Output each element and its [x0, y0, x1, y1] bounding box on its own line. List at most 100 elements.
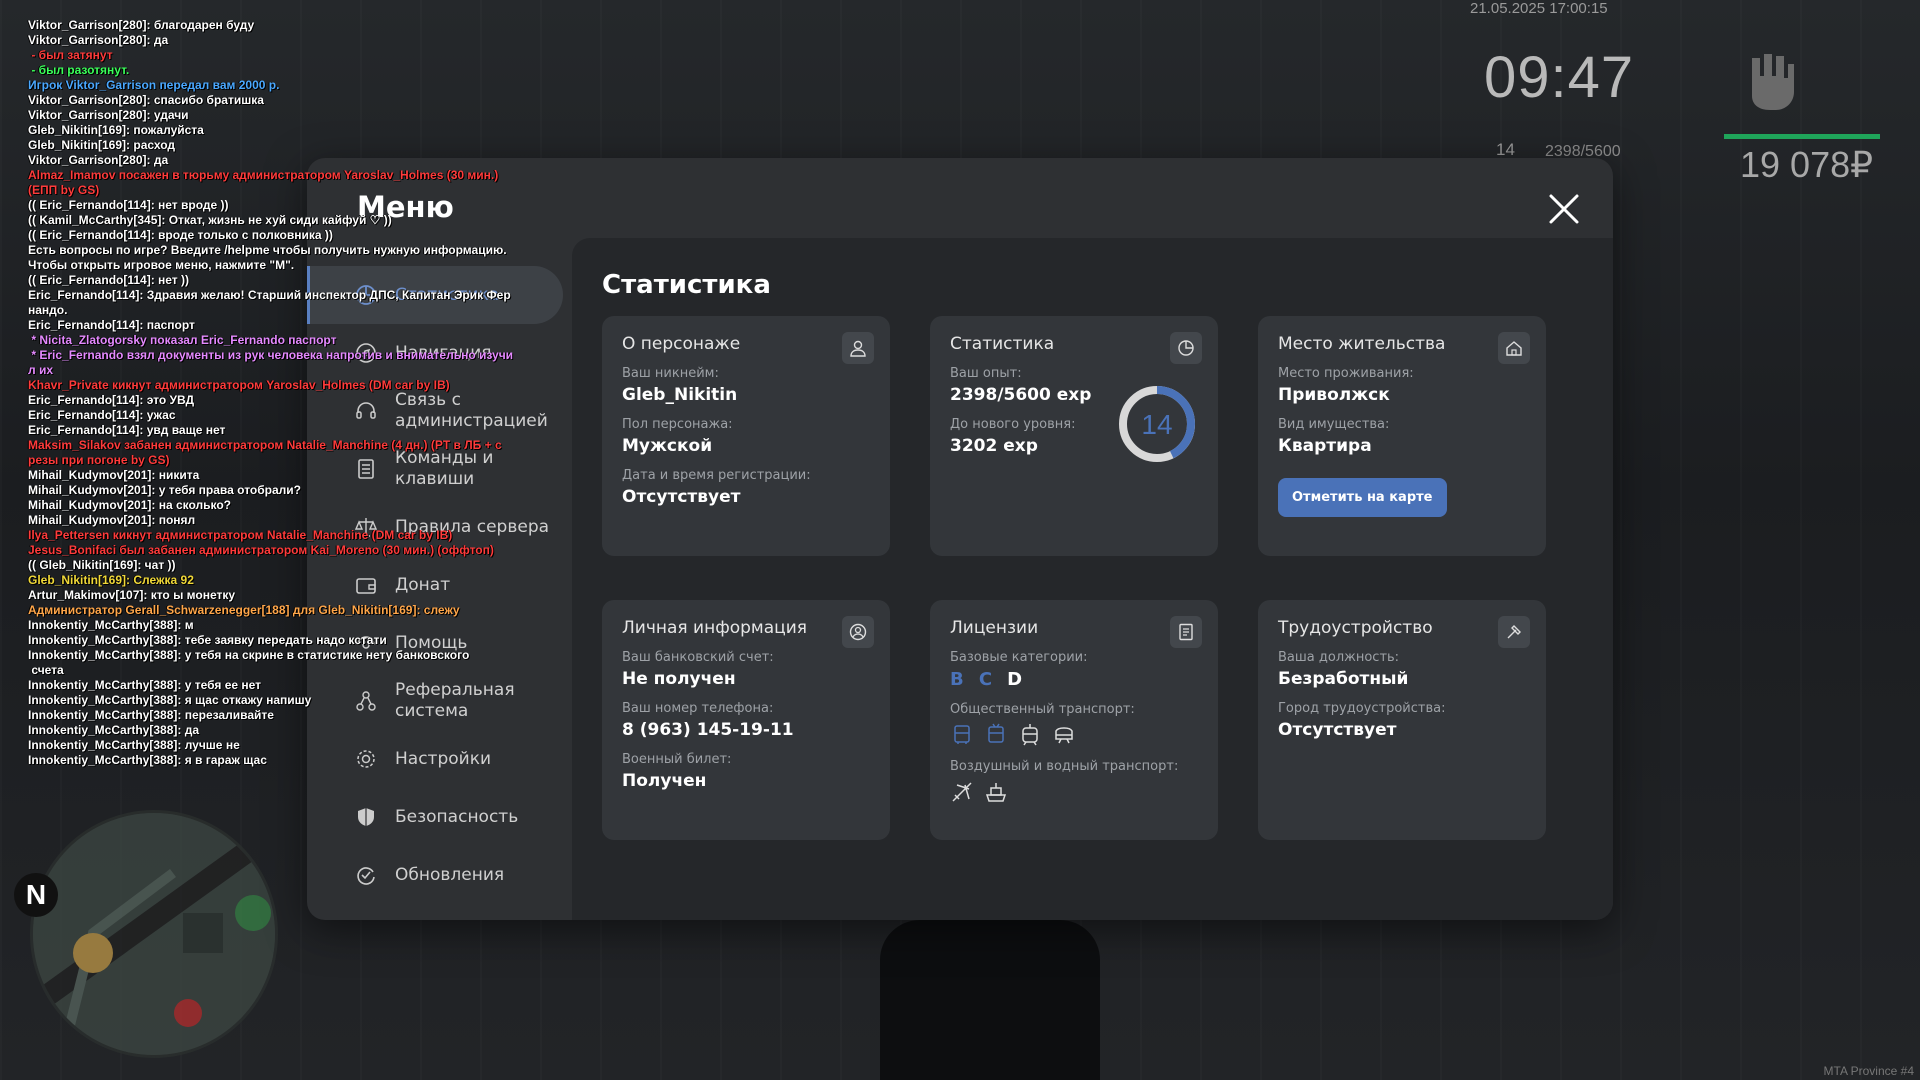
chat-line: - был затянут	[28, 48, 113, 62]
chat-line: Innokentiy_McCarthy[388]: у тебя ее нет	[28, 678, 262, 692]
card-character: О персонаже Ваш никнейм: Gleb_Nikitin По…	[602, 316, 890, 556]
chat-line: Almaz_Imamov посажен в тюрьму администра…	[28, 168, 499, 182]
hud-clock: 09:47	[1484, 45, 1635, 110]
chat-line: (( Gleb_Nikitin[169]: чат ))	[28, 558, 176, 572]
license-categories: B C D	[950, 669, 1198, 690]
nick-value: Gleb_Nikitin	[622, 385, 738, 405]
chat-line: Viktor_Garrison[280]: да	[28, 153, 169, 167]
card-title: Статистика	[950, 334, 1055, 354]
nav-label: Безопасность	[395, 806, 519, 827]
mark-on-map-button[interactable]: Отметить на карте	[1278, 478, 1447, 517]
chat-line: Innokentiy_McCarthy[388]: да	[28, 723, 199, 737]
chat-line: Gleb_Nikitin[169]: расход	[28, 138, 176, 152]
category-b: B	[950, 669, 964, 690]
card-title: Место жительства	[1278, 334, 1446, 354]
pie-chart-icon	[1170, 332, 1202, 364]
exp-label: Ваш опыт:	[950, 366, 1022, 381]
hud-datetime: 21.05.2025 17:00:15	[1470, 0, 1608, 17]
property-type-label: Вид имущества:	[1278, 417, 1390, 432]
chat-line: Innokentiy_McCarthy[388]: у тебя на скри…	[28, 648, 470, 662]
chat-line: Innokentiy_McCarthy[388]: я щас откажу н…	[28, 693, 312, 707]
nav-item-security[interactable]: Безопасность	[307, 788, 563, 846]
chat-line: Mihail_Kudymov[201]: понял	[28, 513, 196, 527]
level-progress-ring: 14	[1119, 386, 1195, 462]
bank-value: Не получен	[622, 669, 736, 689]
military-label: Военный билет:	[622, 752, 732, 767]
reg-value: Отсутствует	[622, 487, 741, 507]
home-icon	[1498, 332, 1530, 364]
train-icon	[1055, 727, 1073, 744]
license-icon	[1170, 616, 1202, 648]
military-value: Получен	[622, 771, 707, 791]
category-c: C	[978, 669, 993, 690]
chat-line: Jesus_Bonifaci был забанен администратор…	[28, 543, 494, 557]
public-transport-label: Общественный транспорт:	[950, 702, 1135, 717]
chat-line: (( Eric_Fernando[114]: нет вроде ))	[28, 198, 229, 212]
place-value: Приволжск	[1278, 385, 1390, 405]
chat-line: Eric_Fernando[114]: паспорт	[28, 318, 195, 332]
property-type-value: Квартира	[1278, 436, 1372, 456]
hud-money: 19 078₽	[1740, 144, 1874, 185]
bank-label: Ваш банковский счет:	[622, 650, 774, 665]
chat-line: Khavr_Private кикнут администратором Yar…	[28, 378, 450, 392]
card-residence: Место жительства Место проживания: Приво…	[1258, 316, 1546, 556]
chat-line: Mihail_Kudymov[201]: у тебя права отобра…	[28, 483, 301, 497]
chat-line: Ilya_Pettersen кикнут администратором Na…	[28, 528, 453, 542]
chat-line: Eric_Fernando[114]: ужас	[28, 408, 176, 422]
card-employment: Трудоустройство Ваша должность: Безработ…	[1258, 600, 1546, 840]
chat-line: Innokentiy_McCarthy[388]: лучше не	[28, 738, 240, 752]
card-personal: Личная информация Ваш банковский счет: Н…	[602, 600, 890, 840]
job-city-value: Отсутствует	[1278, 720, 1397, 740]
air-water-label: Воздушный и водный транспорт:	[950, 759, 1179, 774]
close-icon[interactable]	[1547, 192, 1581, 226]
chat-log: Viktor_Garrison[280]: благодарен буду Vik…	[28, 18, 548, 768]
user-icon	[842, 332, 874, 364]
chat-line: Viktor_Garrison[280]: благодарен буду	[28, 18, 255, 32]
job-city-label: Город трудоустройства:	[1278, 701, 1446, 716]
card-title: Лицензии	[950, 618, 1039, 638]
nick-label: Ваш никнейм:	[622, 366, 719, 381]
chat-line: Maksim_Silakov забанен администратором N…	[28, 438, 502, 452]
radar-north-indicator: N	[14, 873, 58, 917]
card-licenses: Лицензии Базовые категории: B C D Общест…	[930, 600, 1218, 840]
chat-line: (( Eric_Fernando[114]: вроде только с по…	[28, 228, 333, 242]
chat-line: (ЕПП by GS)	[28, 183, 100, 197]
chat-line: * Nicita_Zlatogorsky показал Eric_Fernan…	[28, 333, 337, 347]
chat-line: Eric_Fernando[114]: это УВД	[28, 393, 195, 407]
chat-line: Innokentiy_McCarthy[388]: м	[28, 618, 194, 632]
chat-line: счета	[28, 663, 64, 677]
card-title: Личная информация	[622, 618, 808, 638]
card-statistics: Статистика Ваш опыт: 2398/5600 exp До но…	[930, 316, 1218, 556]
chat-line: Artur_Makimov[107]: кто ы монетку	[28, 588, 236, 602]
chat-line: Чтобы открыть игровое меню, нажмите "M".	[28, 258, 295, 272]
section-title: Статистика	[602, 270, 771, 300]
chat-line: л их	[28, 363, 54, 377]
chat-line: резы при погоне by GS)	[28, 453, 170, 467]
update-icon	[357, 867, 375, 885]
chat-line: * Eric_Fernando взял документы из рук че…	[28, 348, 514, 362]
hammer-icon	[1498, 616, 1530, 648]
air-water-icons	[950, 780, 1198, 804]
card-title: О персонаже	[622, 334, 741, 354]
trolleybus-icon	[988, 723, 1004, 743]
chat-line: (( Kamil_McCarthy[345]: Откат, жизнь не …	[28, 213, 392, 227]
fist-icon	[1752, 54, 1794, 110]
gender-label: Пол персонажа:	[622, 417, 733, 432]
chat-line: Viktor_Garrison[280]: удачи	[28, 108, 189, 122]
chat-line: Innokentiy_McCarthy[388]: перезаливайте	[28, 708, 274, 722]
category-d: D	[1007, 669, 1023, 690]
hud-health-bar	[1724, 134, 1880, 139]
phone-label: Ваш номер телефона:	[622, 701, 774, 716]
player-character	[880, 920, 1100, 1080]
chat-line: Mihail_Kudymov[201]: на сколько?	[28, 498, 232, 512]
hud-level: 14	[1496, 140, 1515, 159]
gender-value: Мужской	[622, 436, 713, 456]
chat-line: Gleb_Nikitin[169]: Слежка 92	[28, 573, 194, 587]
chat-line: Eric_Fernando[114]: увд ваще нет	[28, 423, 226, 437]
plane-icon	[952, 782, 972, 802]
chat-line: Mihail_Kudymov[201]: никита	[28, 468, 200, 482]
chat-line: Eric_Fernando[114]: Здравия желаю! Старш…	[28, 288, 511, 302]
ship-icon	[985, 783, 1007, 802]
nav-item-updates[interactable]: Обновления	[307, 846, 563, 904]
chat-line: нандо.	[28, 303, 68, 317]
